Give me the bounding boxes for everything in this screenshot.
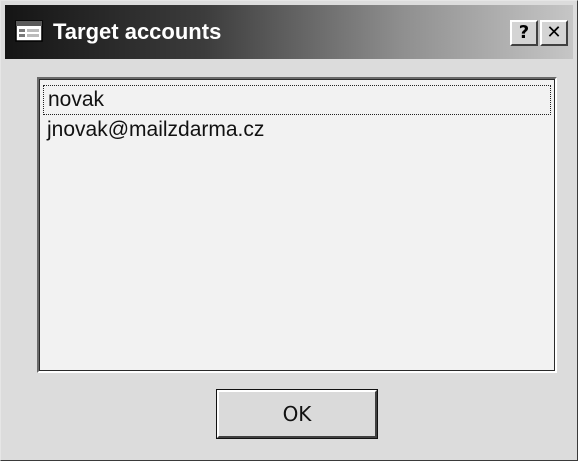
question-mark-icon: ? [518,22,530,43]
close-icon: ✕ [546,22,562,43]
account-list-item[interactable]: novak [43,85,551,115]
target-accounts-dialog: Target accounts ? ✕ novak jnovak@mailzda… [0,0,578,461]
close-button[interactable]: ✕ [540,20,568,46]
accounts-listbox[interactable]: novak jnovak@mailzdarma.cz [37,77,557,373]
ok-button[interactable]: OK [216,389,378,439]
account-list-item[interactable]: jnovak@mailzdarma.cz [43,116,551,146]
dialog-window-icon [15,20,43,42]
title-bar[interactable]: Target accounts ? ✕ [5,5,573,59]
help-button[interactable]: ? [510,20,538,46]
dialog-title: Target accounts [53,19,222,44]
